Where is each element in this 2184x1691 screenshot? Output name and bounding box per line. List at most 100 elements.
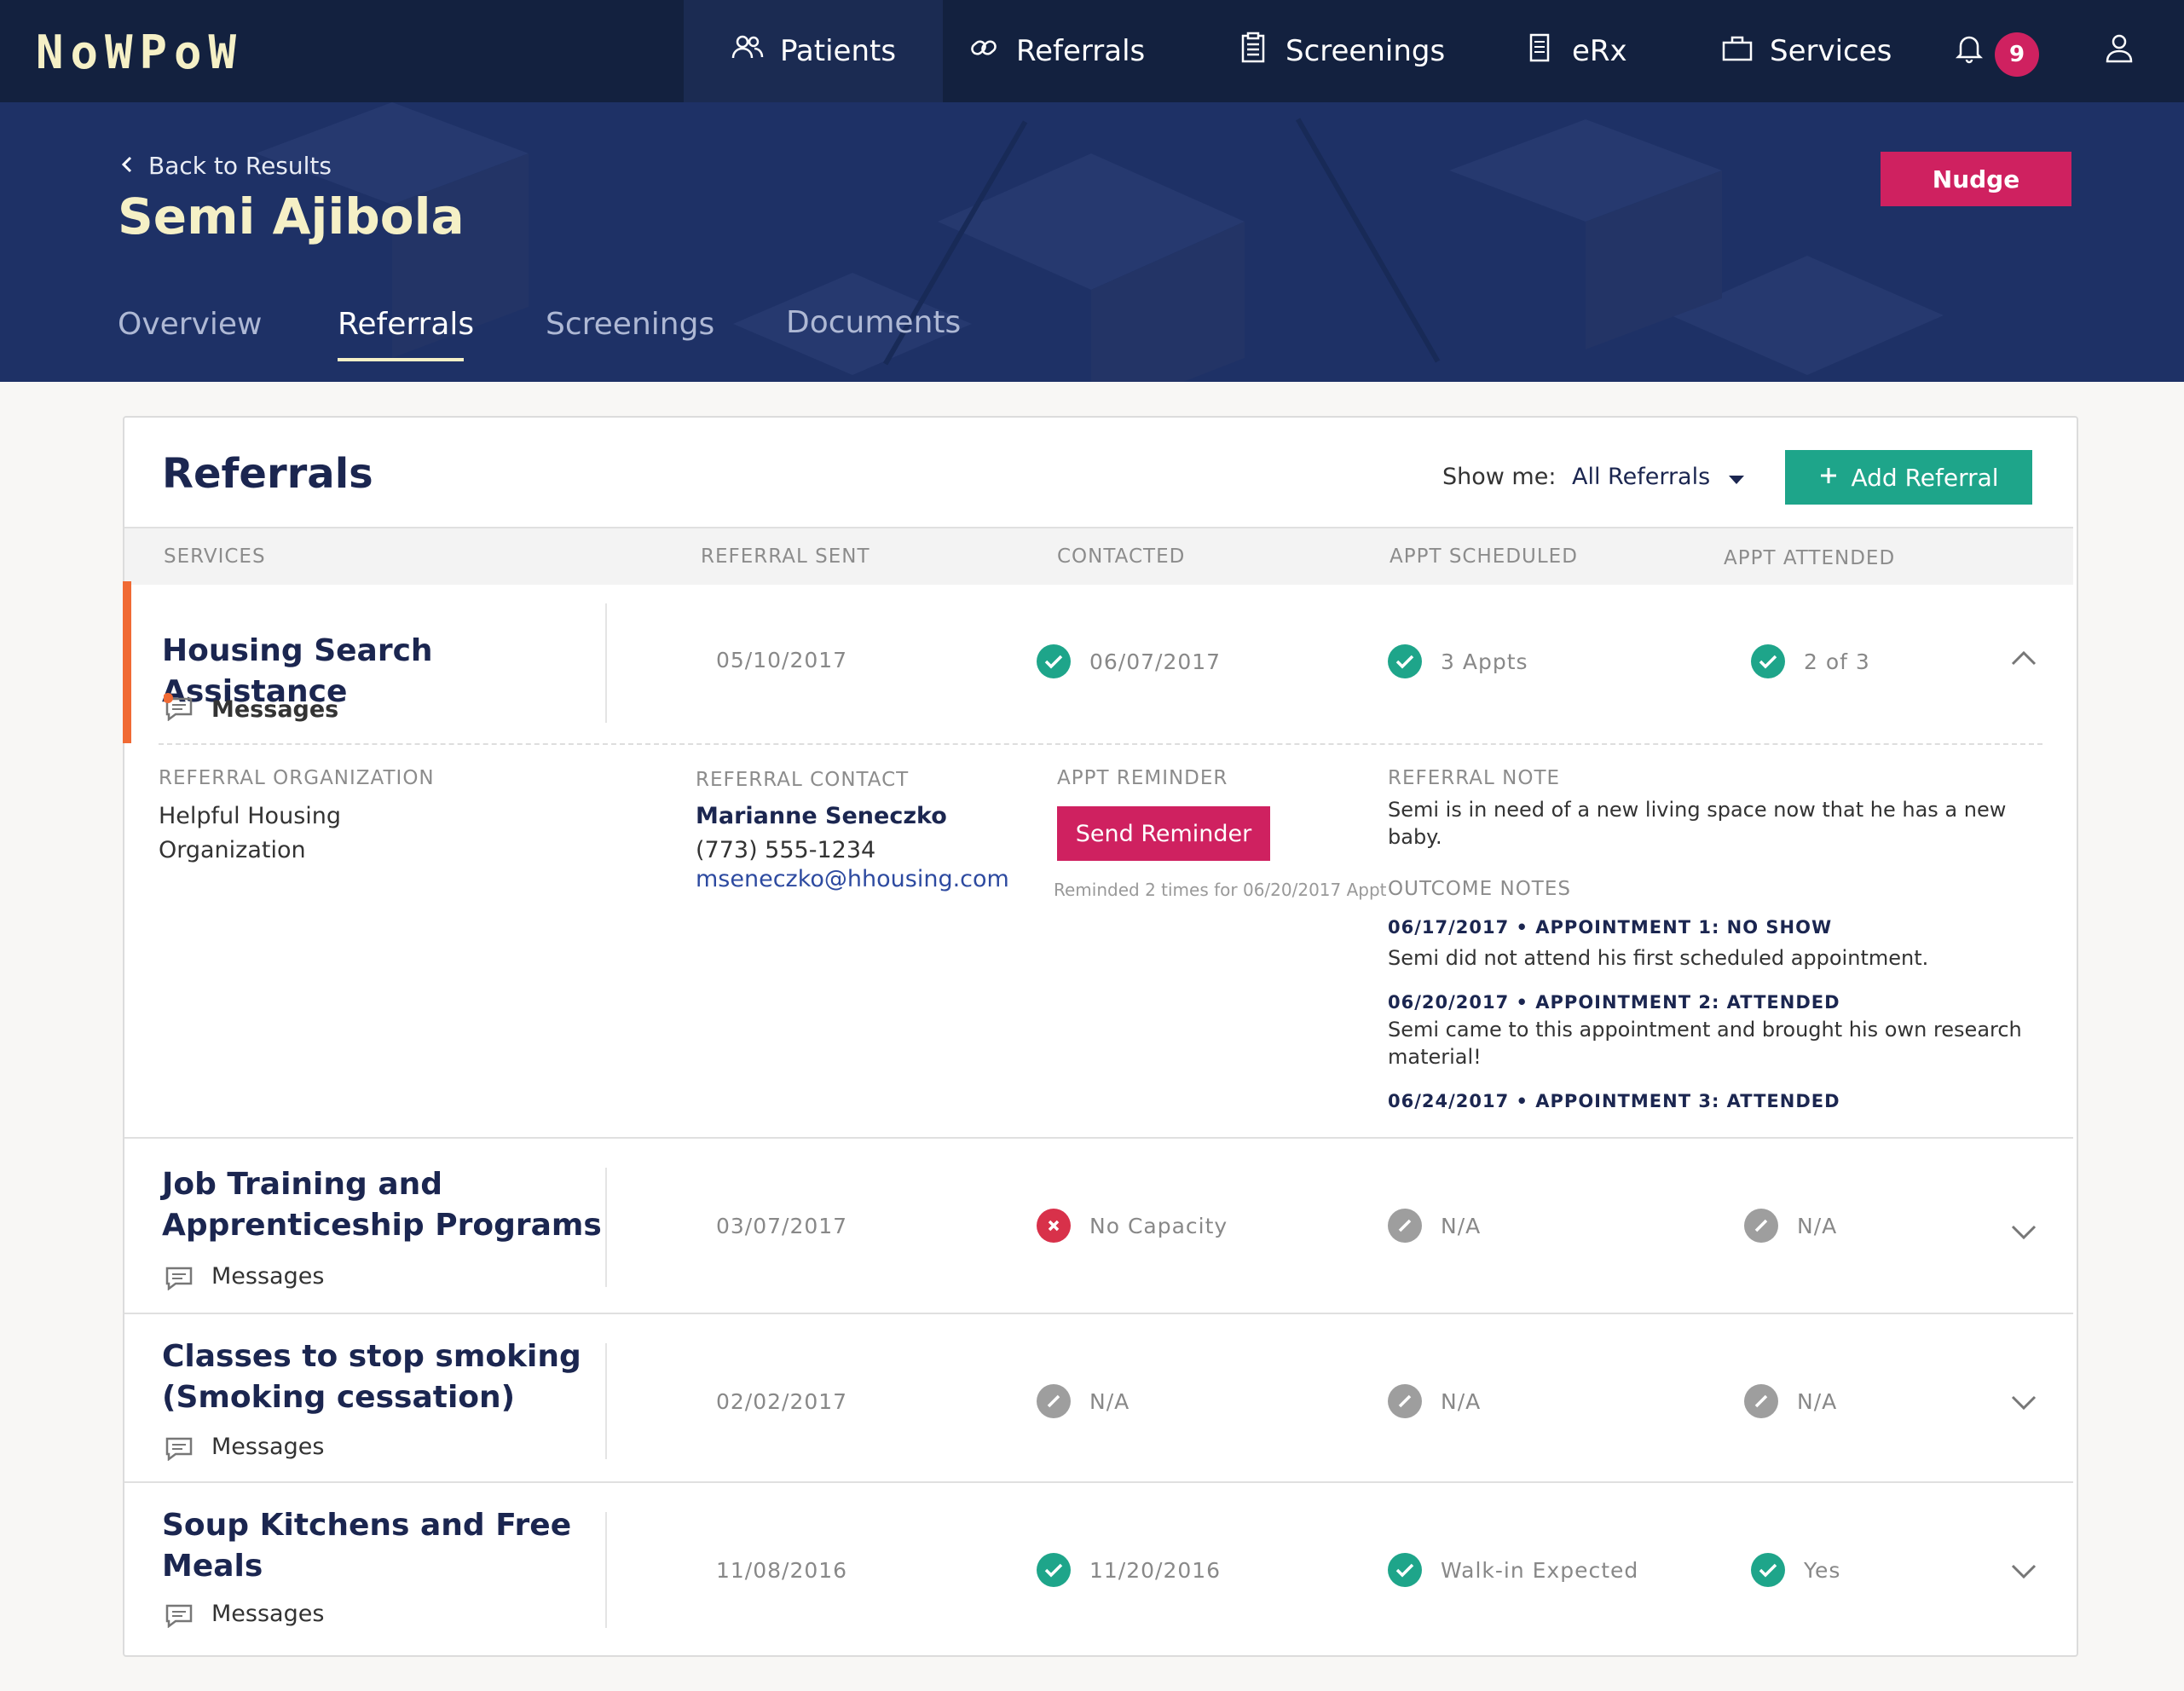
message-icon [165,1604,193,1628]
contacted-value: N/A [1089,1388,1130,1414]
messages-link-soup-kitchens[interactable]: Messages [164,1599,324,1628]
bell-icon [1952,31,1986,72]
scheduled-status: Walk-in Expected [1388,1553,1638,1587]
column-header-referral-sent: REFERRAL SENT [701,545,870,568]
outcome-3-heading: 06/24/2017 • APPOINTMENT 3: ATTENDED [1388,1091,1840,1111]
messages-label: Messages [211,696,339,723]
scheduled-value: N/A [1441,1388,1482,1414]
contacted-value: 06/07/2017 [1089,649,1222,674]
messages-link-housing[interactable]: Messages [163,692,339,727]
briefcase-icon [1720,31,1754,72]
chevron-down-icon[interactable] [2010,1224,2037,1241]
detail-divider [159,743,2042,745]
check-circle-icon [1751,644,1785,678]
service-title-soup-kitchens[interactable]: Soup Kitchens and Free Meals [162,1505,622,1587]
na-circle-icon [1744,1384,1778,1418]
nav-erx[interactable]: eRx [1522,0,1627,102]
contacted-status: N/A [1037,1384,1130,1418]
tab-overview[interactable]: Overview [118,307,263,342]
referrals-title: Referrals [162,450,373,498]
top-navigation-bar: NoWPoW Patients Referrals Screenings eRx… [0,0,2184,102]
appt-reminder-label: APPT REMINDER [1057,767,1228,789]
contacted-value: No Capacity [1089,1213,1228,1238]
referral-sent-date: 02/02/2017 [716,1389,848,1414]
column-header-appt-attended: APPT ATTENDED [1724,547,1896,569]
tab-screenings[interactable]: Screenings [546,307,714,342]
contact-phone: (773) 555-1234 [696,837,876,863]
notifications-button[interactable] [1952,0,1986,102]
contacted-status: 06/07/2017 [1037,644,1221,678]
attended-status: N/A [1744,1209,1837,1243]
nowpow-logo[interactable]: NoWPoW [36,26,243,79]
referral-sent-date: 05/10/2017 [716,648,848,672]
outcome-1-text: Semi did not attend his first scheduled … [1388,946,1929,970]
add-referral-label: Add Referral [1851,463,1999,492]
outcome-2-heading: 06/20/2017 • APPOINTMENT 2: ATTENDED [1388,992,1840,1013]
outcome-2-text-line2: material! [1388,1045,1482,1069]
referral-note-line2: baby. [1388,825,1442,849]
send-reminder-button[interactable]: Send Reminder [1057,806,1270,861]
attended-value: Yes [1804,1557,1841,1583]
x-circle-icon [1037,1209,1071,1243]
nudge-button[interactable]: Nudge [1881,152,2071,206]
referral-link-icon [967,31,1001,72]
tab-documents[interactable]: Documents [786,305,961,340]
contact-email-link[interactable]: mseneczko@hhousing.com [696,866,1009,892]
reminder-history-note: Reminded 2 times for 06/20/2017 Appt [1054,880,1387,900]
messages-label: Messages [211,1433,325,1460]
row-divider [124,1137,2073,1139]
nav-screenings[interactable]: Screenings [1236,0,1445,102]
clipboard-icon [1236,31,1270,72]
attended-value: N/A [1797,1213,1838,1238]
contacted-status: No Capacity [1037,1209,1228,1243]
nav-referrals[interactable]: Referrals [967,0,1145,102]
referral-sent-date: 03/07/2017 [716,1214,848,1238]
scheduled-value: 3 Appts [1441,649,1528,674]
active-row-indicator [123,581,131,743]
messages-link-smoking[interactable]: Messages [164,1432,324,1461]
service-title-smoking[interactable]: Classes to stop smoking (Smoking cessati… [162,1336,622,1418]
add-referral-button[interactable]: Add Referral [1785,450,2032,505]
nav-patients[interactable]: Patients [684,0,943,102]
plus-icon [1818,464,1839,492]
column-header-appt-scheduled: APPT SCHEDULED [1390,545,1578,568]
scheduled-value: Walk-in Expected [1441,1557,1639,1583]
back-to-results-link[interactable]: Back to Results [121,152,332,180]
referral-filter-dropdown[interactable]: All Referrals [1572,464,1745,490]
service-title-job-training[interactable]: Job Training and Apprenticeship Programs [162,1164,622,1246]
patient-name: Semi Ajibola [118,188,465,245]
attended-status: Yes [1751,1553,1840,1587]
referral-note-line1: Semi is in need of a new living space no… [1388,798,2007,822]
message-icon-unread [163,692,194,727]
column-header-contacted: CONTACTED [1057,545,1186,568]
scheduled-status: N/A [1388,1209,1481,1243]
check-circle-icon [1388,1553,1422,1587]
check-circle-icon [1037,644,1071,678]
nav-services[interactable]: Services [1720,0,1892,102]
outcome-2-text-line1: Semi came to this appointment and brough… [1388,1018,2022,1042]
user-icon [2102,31,2136,72]
tab-referrals[interactable]: Referrals [338,307,474,342]
outcome-notes-label: OUTCOME NOTES [1388,878,1571,900]
nav-referrals-label: Referrals [1016,34,1146,68]
chevron-down-icon[interactable] [2010,1563,2037,1580]
scheduled-status: 3 Appts [1388,644,1528,678]
row-divider [124,1481,2073,1483]
chevron-left-icon [121,152,133,180]
account-button[interactable] [2102,0,2136,102]
chevron-down-icon[interactable] [2010,1394,2037,1411]
contacted-status: 11/20/2016 [1037,1553,1221,1587]
na-circle-icon [1037,1384,1071,1418]
referral-organization-line1: Helpful Housing [159,803,342,829]
notification-count-badge[interactable]: 9 [1995,32,2039,77]
caret-down-icon [1729,464,1745,490]
prescription-icon [1522,31,1557,72]
check-circle-icon [1388,644,1422,678]
check-circle-icon [1751,1553,1785,1587]
attended-value: 2 of 3 [1804,649,1870,674]
attended-value: N/A [1797,1388,1838,1414]
messages-link-job-training[interactable]: Messages [164,1261,324,1290]
chevron-up-icon[interactable] [2010,649,2037,667]
message-icon [165,1267,193,1290]
na-circle-icon [1388,1384,1422,1418]
